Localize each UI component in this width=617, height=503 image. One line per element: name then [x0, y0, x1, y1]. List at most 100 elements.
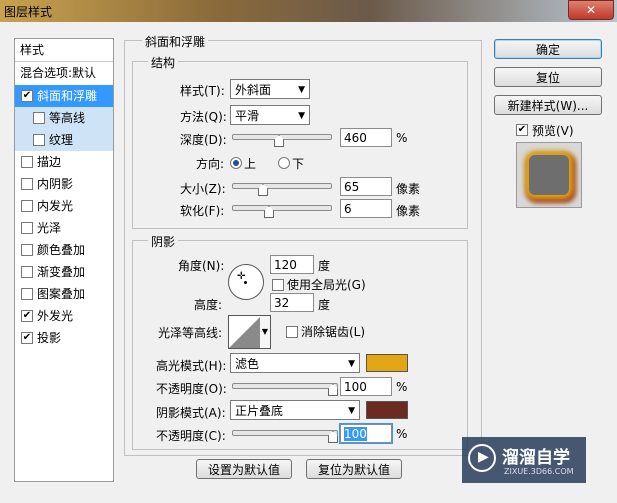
color-overlay-checkbox[interactable]: [21, 244, 33, 256]
shadow-opacity-label: 不透明度(C):: [156, 429, 226, 443]
preview-shape: [529, 155, 569, 195]
stroke-checkbox[interactable]: [21, 156, 33, 168]
shadow-mode-value: 正片叠底: [235, 404, 284, 418]
inner-shadow-checkbox[interactable]: [21, 178, 33, 190]
gloss-contour-dropdown[interactable]: ▼: [260, 315, 271, 349]
direction-label: 方向:: [196, 157, 225, 171]
highlight-opacity-track[interactable]: [232, 383, 338, 389]
shadow-opacity-track[interactable]: [232, 430, 338, 436]
style-item-texture[interactable]: 纹理: [15, 129, 113, 151]
direction-down-radio[interactable]: [278, 157, 290, 169]
window-title: 图层样式: [4, 5, 53, 19]
highlight-opacity-unit: %: [396, 380, 408, 394]
satin-label: 光泽: [37, 221, 62, 235]
close-button[interactable]: ✕: [568, 0, 614, 20]
inner-shadow-label: 内阴影: [37, 177, 74, 191]
watermark-name: 溜溜自学: [502, 448, 570, 468]
shadow-opacity-input[interactable]: 100: [339, 423, 393, 444]
direction-down-label: 下: [292, 157, 305, 171]
direction-up-label: 上: [244, 157, 257, 171]
style-list: 样式 混合选项:默认 ✔ 斜面和浮雕 等高线 纹理 描边 内阴影 内发光 光泽 …: [14, 38, 114, 482]
pattern-overlay-checkbox[interactable]: [21, 288, 33, 300]
reset-default-button[interactable]: 复位为默认值: [306, 459, 402, 479]
highlight-color-swatch[interactable]: [366, 354, 408, 372]
direction-up-radio[interactable]: [230, 157, 242, 169]
style-item-inner-glow[interactable]: 内发光: [15, 195, 113, 217]
bevel-checkbox[interactable]: ✔: [21, 90, 33, 102]
ok-button[interactable]: 确定: [494, 39, 602, 59]
highlight-mode-select[interactable]: 滤色 ▼: [230, 353, 360, 373]
highlight-opacity-input[interactable]: 100: [340, 377, 392, 396]
antialias-label: 消除锯齿(L): [301, 325, 366, 339]
contour-preview-icon: [229, 316, 261, 348]
global-light-label: 使用全局光(G): [287, 278, 366, 292]
angle-input[interactable]: 120: [270, 255, 314, 274]
style-item-outer-glow[interactable]: ✔ 外发光: [15, 305, 113, 327]
highlight-mode-label: 高光模式(H):: [156, 359, 227, 373]
altitude-unit: 度: [318, 298, 331, 312]
blending-options-label: 混合选项:默认: [20, 66, 97, 80]
soften-unit: 像素: [396, 204, 421, 218]
contour-checkbox[interactable]: [33, 112, 45, 124]
soften-label: 软化(F):: [180, 204, 225, 218]
altitude-input[interactable]: 32: [270, 293, 314, 312]
style-item-contour[interactable]: 等高线: [15, 107, 113, 129]
chevron-down-icon: ▼: [348, 406, 355, 416]
size-slider-track[interactable]: [232, 183, 332, 189]
gloss-contour-label: 光泽等高线:: [158, 326, 223, 340]
title-bar: 图层样式 ✕: [0, 0, 617, 22]
size-input[interactable]: 65: [340, 177, 392, 196]
new-style-button[interactable]: 新建样式(W)...: [494, 95, 602, 115]
bevel-style-value: 外斜面: [235, 83, 272, 97]
angle-dial-center-icon: [244, 281, 247, 284]
style-item-satin[interactable]: 光泽: [15, 217, 113, 239]
gradient-overlay-checkbox[interactable]: [21, 266, 33, 278]
inner-glow-checkbox[interactable]: [21, 200, 33, 212]
style-item-inner-shadow[interactable]: 内阴影: [15, 173, 113, 195]
style-item-pattern-overlay[interactable]: 图案叠加: [15, 283, 113, 305]
bevel-emboss-title: 斜面和浮雕: [142, 33, 209, 50]
depth-input[interactable]: 460: [340, 128, 392, 147]
antialias-checkbox[interactable]: [286, 326, 298, 338]
soften-slider-track[interactable]: [232, 205, 332, 211]
angle-label: 角度(N):: [178, 259, 225, 273]
style-item-drop-shadow[interactable]: ✔ 投影: [15, 327, 113, 349]
dialog-client: 样式 混合选项:默认 ✔ 斜面和浮雕 等高线 纹理 描边 内阴影 内发光 光泽 …: [6, 30, 611, 497]
bevel-method-select[interactable]: 平滑 ▼: [230, 105, 310, 125]
style-preview-thumbnail: [516, 142, 582, 208]
size-label: 大小(Z):: [180, 182, 226, 196]
set-default-button[interactable]: 设置为默认值: [196, 459, 292, 479]
gloss-contour-picker[interactable]: [228, 315, 262, 349]
style-item-stroke[interactable]: 描边: [15, 151, 113, 173]
play-logo-icon: ▶: [468, 444, 496, 472]
outer-glow-label: 外发光: [37, 309, 74, 323]
style-item-color-overlay[interactable]: 颜色叠加: [15, 239, 113, 261]
satin-checkbox[interactable]: [21, 222, 33, 234]
preview-checkbox[interactable]: ✔: [516, 124, 528, 136]
angle-dial[interactable]: ✛: [228, 264, 264, 300]
style-item-bevel-emboss[interactable]: ✔ 斜面和浮雕: [15, 85, 113, 107]
play-triangle-icon: ▶: [478, 449, 489, 465]
drop-shadow-checkbox[interactable]: ✔: [21, 332, 33, 344]
style-item-gradient-overlay[interactable]: 渐变叠加: [15, 261, 113, 283]
shadow-mode-select[interactable]: 正片叠底 ▼: [230, 400, 360, 420]
inner-glow-label: 内发光: [37, 199, 74, 213]
style-label: 样式(T):: [180, 84, 225, 98]
style-list-header[interactable]: 样式: [15, 39, 113, 62]
texture-checkbox[interactable]: [33, 134, 45, 146]
outer-glow-checkbox[interactable]: ✔: [21, 310, 33, 322]
global-light-checkbox[interactable]: [272, 279, 284, 291]
altitude-label: 高度:: [194, 298, 223, 312]
layer-style-dialog: 图层样式 ✕ 样式 混合选项:默认 ✔ 斜面和浮雕 等高线 纹理 描边 内阴影 …: [0, 0, 617, 503]
watermark-url: ZIXUE.3D66.COM: [504, 467, 574, 476]
bevel-style-select[interactable]: 外斜面 ▼: [230, 79, 310, 99]
shadow-color-swatch[interactable]: [366, 401, 408, 419]
soften-input[interactable]: 6: [340, 199, 392, 218]
color-overlay-label: 颜色叠加: [37, 243, 86, 257]
highlight-opacity-label: 不透明度(O):: [156, 382, 227, 396]
blending-options-item[interactable]: 混合选项:默认: [15, 62, 113, 84]
stroke-label: 描边: [37, 155, 62, 169]
preview-label: 预览(V): [532, 124, 574, 138]
method-label: 方法(Q):: [180, 110, 227, 124]
reset-button[interactable]: 复位: [494, 67, 602, 87]
